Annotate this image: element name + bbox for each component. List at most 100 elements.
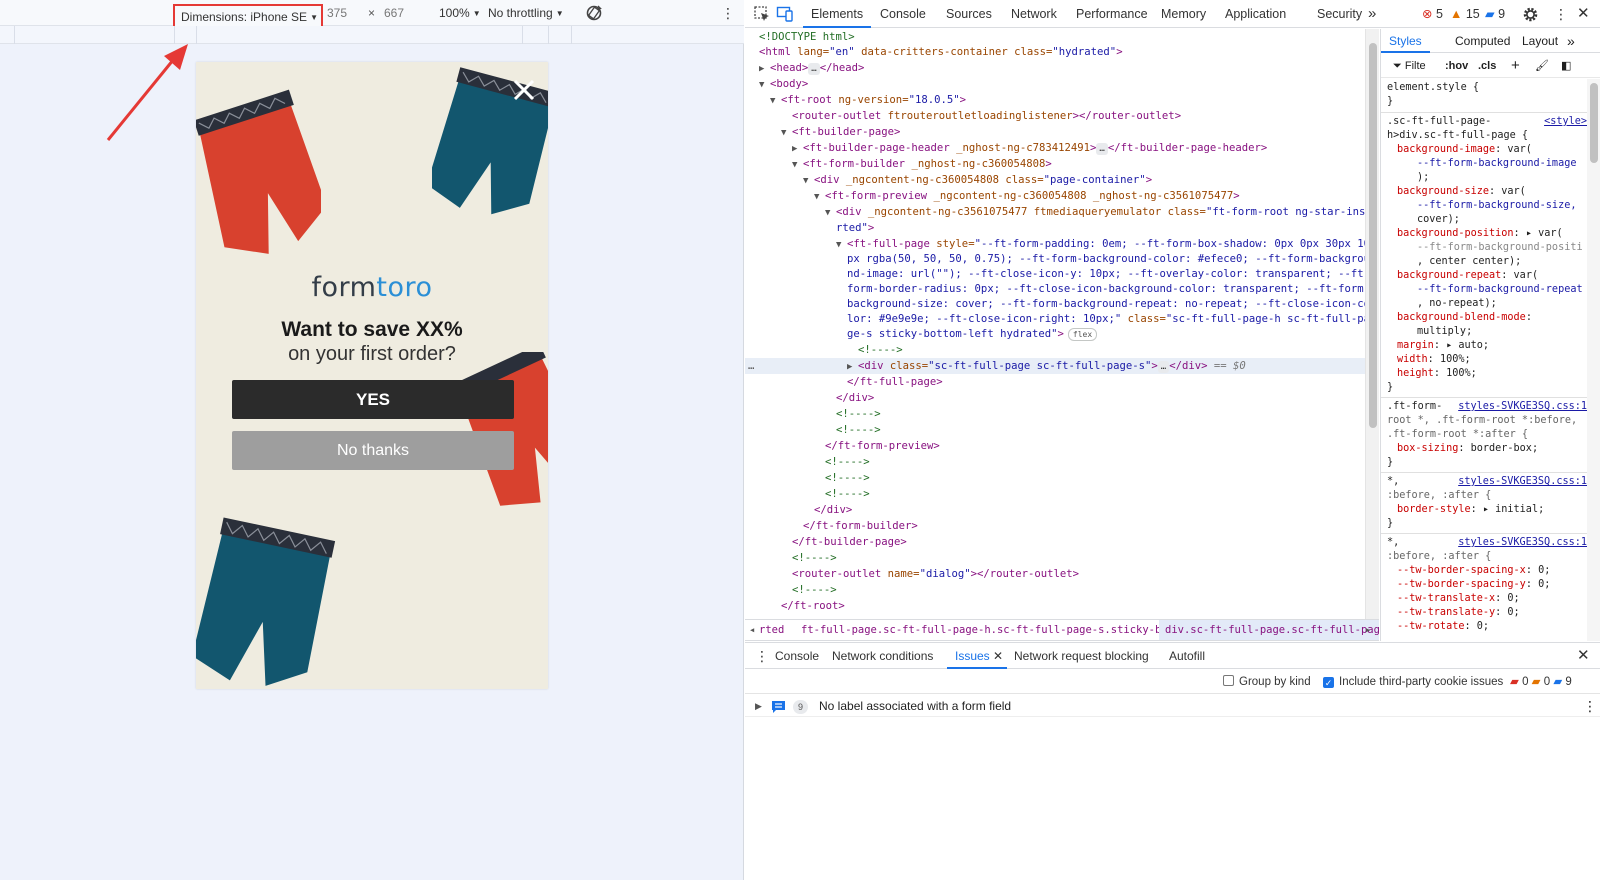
issue-row[interactable]: ▶ 9 No label associated with a form fiel… — [745, 695, 1600, 717]
source-link[interactable]: styles-SVKGE3SQ.css:1 — [1458, 400, 1587, 414]
dom-node[interactable]: <router-outlet ftrouteroutletloadinglist… — [745, 108, 1365, 124]
dom-node[interactable]: <!----> — [745, 550, 1365, 566]
filter-input[interactable]: ⏷ Filte — [1393, 54, 1426, 78]
property-line[interactable]: background-repeat: var( — [1387, 269, 1587, 283]
tab-security[interactable]: Security — [1317, 0, 1362, 28]
styles-scrollbar[interactable] — [1587, 79, 1600, 641]
dom-node[interactable]: ▼ <div _ngcontent-ng-c3561075477 ftmediaq… — [745, 204, 1365, 220]
drawer-tab-network-request-blocking[interactable]: Network request blocking — [1014, 643, 1149, 669]
group-by-kind-checkbox[interactable]: Group by kind — [1223, 670, 1311, 694]
scroll-left-icon[interactable]: ◂ — [749, 620, 755, 640]
more-tabs-icon[interactable]: » — [1567, 29, 1575, 53]
gutter-dots-icon[interactable]: … — [748, 358, 754, 374]
breadcrumb-item[interactable]: rted — [759, 620, 784, 640]
dom-node[interactable]: <!----> — [745, 342, 1365, 358]
property-line[interactable]: background-blend-mode: — [1387, 311, 1587, 325]
expand-triangle-icon[interactable]: ▶ — [755, 695, 762, 717]
property-line[interactable]: height: 100%; — [1387, 367, 1587, 381]
dom-node[interactable]: ▼ <body> — [745, 76, 1365, 92]
dom-node[interactable]: </div> — [745, 502, 1365, 518]
selector-line[interactable]: *, styles-SVKGE3SQ.css:1 — [1387, 536, 1587, 550]
source-link[interactable]: styles-SVKGE3SQ.css:1 — [1458, 475, 1587, 489]
settings-gear-icon[interactable] — [1522, 5, 1539, 23]
more-options-icon[interactable]: ⋮ — [721, 0, 735, 26]
dom-node[interactable]: <!----> — [745, 454, 1365, 470]
collapse-triangle-icon[interactable]: ▼ — [770, 93, 781, 109]
dom-node[interactable]: <html lang="en" data-critters-container … — [745, 44, 1365, 60]
ellipsis-badge[interactable]: … — [808, 63, 820, 75]
issue-menu-icon[interactable]: ⋮ — [1583, 695, 1597, 717]
property-line[interactable]: --tw-translate-y: 0; — [1387, 606, 1587, 620]
property-line[interactable]: margin: ▸ auto; — [1387, 339, 1587, 353]
dimensions-dropdown[interactable]: Dimensions: iPhone SE ▼ — [173, 4, 323, 28]
dom-node[interactable]: <!----> — [745, 582, 1365, 598]
close-icon[interactable] — [510, 76, 538, 104]
drawer-tab-network-conditions[interactable]: Network conditions — [832, 643, 933, 669]
tab-memory[interactable]: Memory — [1161, 0, 1206, 28]
close-tab-icon[interactable]: ✕ — [993, 649, 1003, 663]
scroll-right-icon[interactable]: ▸ — [1365, 620, 1371, 640]
yes-button[interactable]: YES — [232, 380, 514, 419]
dom-node[interactable]: </ft-root> — [745, 598, 1365, 614]
add-rule-icon[interactable]: + — [1511, 54, 1520, 78]
expand-triangle-icon[interactable]: ▶ — [759, 61, 770, 77]
dom-node[interactable]: </ft-form-builder> — [745, 518, 1365, 534]
dom-node[interactable]: <!----> — [745, 470, 1365, 486]
expand-triangle-icon[interactable]: ▶ — [847, 359, 858, 375]
selector-line[interactable]: .ft-form-styles-SVKGE3SQ.css:1 — [1387, 400, 1587, 414]
dom-node[interactable]: ▶ <head>… </head> — [745, 60, 1365, 76]
drawer-menu-icon[interactable]: ⋮ — [755, 643, 769, 669]
tab-layout[interactable]: Layout — [1522, 29, 1558, 53]
dom-node-selected[interactable]: … ▶ <div class="sc-ft-full-page sc-ft-full… — [745, 358, 1365, 374]
property-line[interactable]: --tw-border-spacing-y: 0; — [1387, 578, 1587, 592]
collapse-triangle-icon[interactable]: ▼ — [814, 189, 825, 205]
source-link[interactable]: styles-SVKGE3SQ.css:1 — [1458, 536, 1587, 550]
elements-scrollbar[interactable] — [1365, 29, 1379, 619]
third-party-cookie-checkbox[interactable]: ✓ Include third-party cookie issues — [1323, 670, 1503, 694]
property-line[interactable]: box-sizing: border-box; — [1387, 442, 1587, 456]
dom-node[interactable]: ▼ <ft-form-preview _ngcontent-ng-c3600548… — [745, 188, 1365, 204]
property-line[interactable]: --tw-rotate: 0; — [1387, 620, 1587, 634]
height-input[interactable]: 667 — [384, 0, 424, 26]
hover-state-toggle[interactable]: :hov — [1445, 54, 1468, 78]
selector-text[interactable]: element.style { — [1387, 81, 1587, 95]
dom-node[interactable]: </ft-builder-page> — [745, 534, 1365, 550]
source-link[interactable]: <style> — [1544, 115, 1587, 129]
tab-performance[interactable]: Performance — [1076, 0, 1148, 28]
property-line[interactable]: --tw-translate-x: 0; — [1387, 592, 1587, 606]
dom-node[interactable]: ▼ <ft-builder-page> — [745, 124, 1365, 140]
dom-node[interactable]: </div> — [745, 390, 1365, 406]
elements-dom-tree[interactable]: <!DOCTYPE html> <html lang="en" data-cri… — [745, 29, 1365, 619]
dom-node[interactable]: </ft-form-preview> — [745, 438, 1365, 454]
close-devtools-icon[interactable]: ✕ — [1577, 0, 1590, 28]
tab-application[interactable]: Application — [1225, 0, 1286, 28]
width-input[interactable]: 375 — [327, 0, 367, 26]
device-toggle-icon[interactable] — [776, 5, 794, 23]
scrollbar-thumb[interactable] — [1590, 83, 1598, 163]
dom-node[interactable]: ▼ <ft-full-page style="--ft-form-padding:… — [745, 236, 1365, 252]
selector-line[interactable]: .sc-ft-full-page- <style> — [1387, 115, 1587, 129]
expand-triangle-icon[interactable]: ▶ — [792, 141, 803, 157]
more-options-icon[interactable]: ⋮ — [1554, 0, 1568, 28]
no-thanks-button[interactable]: No thanks — [232, 431, 514, 470]
zoom-dropdown[interactable]: 100% ▼ — [439, 0, 481, 26]
dom-node[interactable]: <!DOCTYPE html> — [745, 29, 1365, 45]
rotate-icon[interactable] — [585, 4, 603, 22]
class-toggle[interactable]: .cls — [1478, 54, 1496, 78]
tab-sources[interactable]: Sources — [946, 0, 992, 28]
drawer-tab-autofill[interactable]: Autofill — [1169, 643, 1205, 669]
info-count[interactable]: ▰ 9 — [1485, 0, 1505, 28]
dom-node[interactable]: ▼ <ft-root ng-version="18.0.5"> — [745, 92, 1365, 108]
property-line[interactable]: background-position: ▸ var( — [1387, 227, 1587, 241]
dom-node[interactable]: ▶ <ft-builder-page-header _nghost-ng-c783… — [745, 140, 1365, 156]
property-line[interactable]: background-size: var( — [1387, 185, 1587, 199]
dom-node[interactable]: </ft-full-page> — [745, 374, 1365, 390]
breadcrumb-item-selected[interactable]: div.sc-ft-full-page.sc-ft-full-page-s — [1159, 620, 1379, 640]
property-line[interactable]: width: 100%; — [1387, 353, 1587, 367]
property-line[interactable]: border-style: ▸ initial; — [1387, 503, 1587, 517]
dom-node[interactable]: ▼ <ft-form-builder _nghost-ng-c360054808> — [745, 156, 1365, 172]
sidebar-toggle-icon[interactable]: ◧ — [1561, 54, 1571, 78]
collapse-triangle-icon[interactable]: ▼ — [759, 77, 770, 93]
dom-node[interactable]: <!----> — [745, 486, 1365, 502]
drawer-tab-console[interactable]: Console — [775, 643, 819, 669]
